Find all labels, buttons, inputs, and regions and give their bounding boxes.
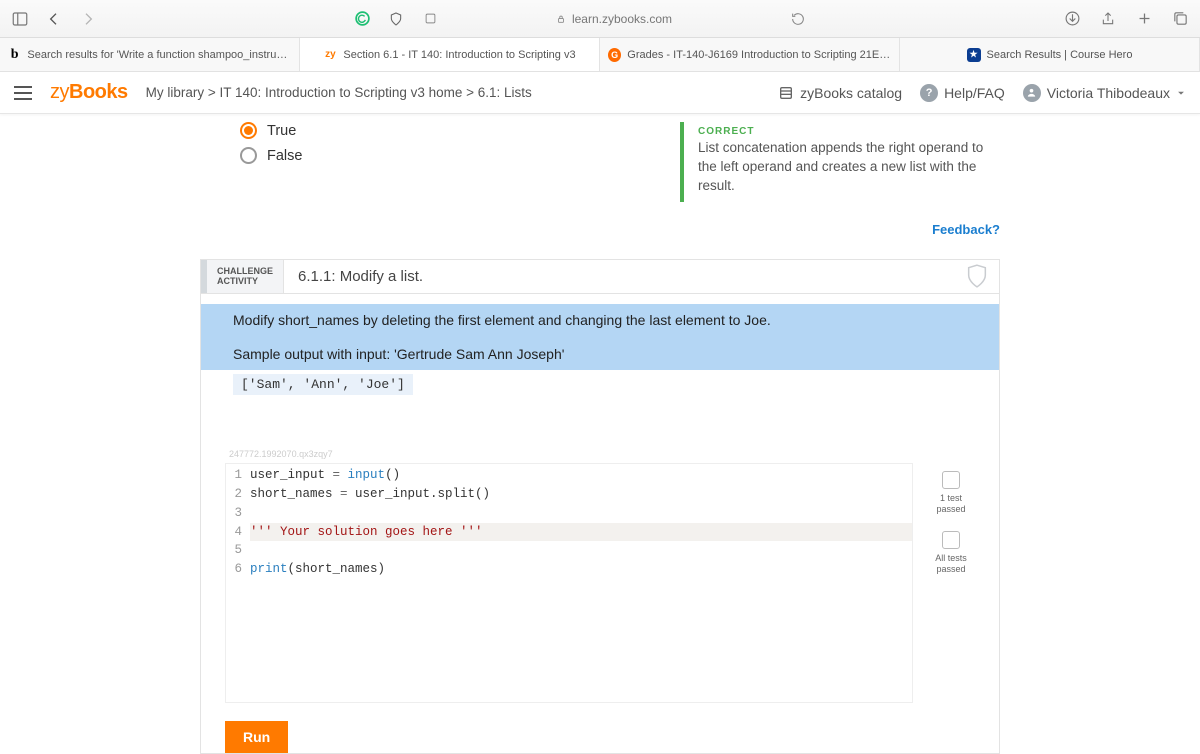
tabs-icon[interactable] <box>1168 7 1192 31</box>
breadcrumb[interactable]: My library > IT 140: Introduction to Scr… <box>146 85 532 100</box>
radio-false[interactable]: False <box>240 147 302 164</box>
new-tab-icon[interactable] <box>1132 7 1156 31</box>
help-link[interactable]: ? Help/FAQ <box>920 84 1005 102</box>
grammarly-icon[interactable] <box>350 7 374 31</box>
watermark: 247772.1992070.qx3zqy7 <box>225 449 975 459</box>
help-icon: ? <box>920 84 938 102</box>
extension-icon[interactable] <box>418 7 442 31</box>
tab-strip: b Search results for 'Write a function sh… <box>0 38 1200 72</box>
tab-favicon: b <box>8 48 21 62</box>
reload-icon[interactable] <box>786 7 810 31</box>
code-line[interactable]: 6print(short_names) <box>226 560 912 579</box>
code-line[interactable]: 2short_names = user_input.split() <box>226 485 912 504</box>
browser-tab[interactable]: zy Section 6.1 - IT 140: Introduction to … <box>300 38 600 71</box>
correct-label: Correct <box>698 126 1000 137</box>
test-label: 1 testpassed <box>927 493 975 515</box>
tab-label: Grades - IT-140-J6169 Introduction to Sc… <box>627 49 891 61</box>
catalog-link[interactable]: zyBooks catalog <box>778 85 902 101</box>
progress-shield-icon <box>963 260 991 294</box>
explanation-text: List concatenation appends the right ope… <box>698 139 1000 196</box>
sample-output: ['Sam', 'Ann', 'Joe'] <box>233 374 413 395</box>
user-icon <box>1023 84 1041 102</box>
forward-icon[interactable] <box>76 7 100 31</box>
radio-icon <box>240 122 257 139</box>
challenge-badge: CHALLENGE ACTIVITY <box>207 260 284 294</box>
share-icon[interactable] <box>1096 7 1120 31</box>
user-menu[interactable]: Victoria Thibodeaux <box>1023 84 1186 102</box>
test-checkbox-icon <box>942 471 960 489</box>
run-button[interactable]: Run <box>225 721 288 753</box>
code-line[interactable]: 4''' Your solution goes here ''' <box>226 523 912 542</box>
code-editor[interactable]: 1user_input = input()2short_names = user… <box>225 463 913 703</box>
code-line[interactable]: 3 <box>226 504 912 523</box>
challenge-title: 6.1.1: Modify a list. <box>284 260 963 294</box>
previous-question: True False Correct List concatenation ap… <box>200 114 1000 216</box>
browser-tab[interactable]: G Grades - IT-140-J6169 Introduction to S… <box>600 38 900 71</box>
download-icon[interactable] <box>1060 7 1084 31</box>
test-results: 1 testpassed All testspassed <box>927 463 975 703</box>
browser-toolbar: learn.zybooks.com <box>0 0 1200 38</box>
chevron-down-icon <box>1176 88 1186 98</box>
feedback-link[interactable]: Feedback? <box>200 216 1000 253</box>
radio-icon <box>240 147 257 164</box>
back-icon[interactable] <box>42 7 66 31</box>
tab-favicon: ★ <box>967 48 981 62</box>
app-header: zyBooks My library > IT 140: Introductio… <box>0 72 1200 114</box>
challenge-activity: CHALLENGE ACTIVITY 6.1.1: Modify a list.… <box>200 259 1000 754</box>
code-line[interactable]: 1user_input = input() <box>226 466 912 485</box>
radio-true[interactable]: True <box>240 122 302 139</box>
zybooks-logo[interactable]: zyBooks <box>50 81 128 104</box>
url-bar[interactable]: learn.zybooks.com <box>452 6 776 32</box>
challenge-prompt: Modify short_names by deleting the first… <box>201 304 999 370</box>
browser-tab[interactable]: b Search results for 'Write a function sh… <box>0 38 300 71</box>
feedback-box: Correct List concatenation appends the r… <box>680 122 1000 202</box>
tab-favicon: G <box>608 48 621 62</box>
test-checkbox-icon <box>942 531 960 549</box>
test-label: All testspassed <box>927 553 975 575</box>
browser-tab[interactable]: ★ Search Results | Course Hero <box>900 38 1200 71</box>
url-host: learn.zybooks.com <box>572 12 672 26</box>
menu-icon[interactable] <box>14 86 32 100</box>
tab-label: Search results for 'Write a function sha… <box>27 49 291 61</box>
tab-label: Section 6.1 - IT 140: Introduction to Sc… <box>343 49 575 61</box>
sidebar-toggle-icon[interactable] <box>8 7 32 31</box>
shield-icon[interactable] <box>384 7 408 31</box>
tab-label: Search Results | Course Hero <box>987 49 1133 61</box>
code-line[interactable]: 5 <box>226 541 912 560</box>
tab-favicon: zy <box>323 48 337 62</box>
